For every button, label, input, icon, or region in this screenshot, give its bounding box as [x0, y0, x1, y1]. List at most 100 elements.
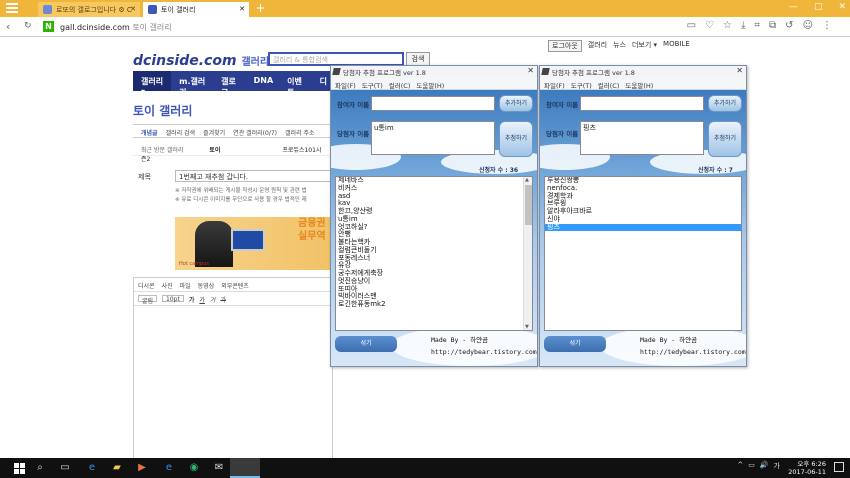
list-item[interactable]: 알라후아크바르 — [545, 207, 741, 216]
back-icon[interactable]: ‹ — [6, 20, 10, 33]
font-select[interactable]: 굴림 — [138, 295, 158, 305]
tab-favorites[interactable]: 즐겨찾기 — [203, 128, 225, 137]
list-item[interactable]: asd — [336, 192, 532, 201]
gnb-gallery[interactable]: 갤러리 ▾ — [133, 71, 172, 96]
post-title-input[interactable]: 1번째고 재추첨 갑니다. — [175, 170, 331, 182]
history-icon[interactable]: ↺ — [785, 20, 793, 31]
url-field[interactable]: gall.dcinside.com 토이 갤러리 — [60, 22, 172, 33]
copy-icon[interactable]: ⧉ — [769, 20, 776, 31]
menu-color[interactable]: 컬러(C) — [598, 80, 620, 90]
task-view-icon[interactable]: ▭ — [58, 461, 72, 475]
site-search-button[interactable]: 검색 — [406, 52, 430, 66]
close-icon[interactable]: ✕ — [838, 2, 846, 12]
menu-tools[interactable]: 도구(T) — [571, 80, 592, 90]
app-icon[interactable]: ◉ — [187, 461, 201, 475]
page-title[interactable]: 토이 갤러리 — [133, 102, 192, 119]
tray-expand-icon[interactable]: ^ — [737, 461, 743, 471]
mail-icon[interactable]: ✉ — [212, 461, 226, 475]
tab-related[interactable]: 연관 갤러리(0/7) — [233, 128, 277, 137]
gnb-gallog[interactable]: 갤로그 — [213, 71, 245, 97]
tab-close-icon[interactable]: ✕ — [130, 5, 136, 13]
add-button[interactable]: 추가하기 — [499, 95, 533, 112]
clock[interactable]: 오후 6:26 2017-06-11 — [788, 460, 826, 476]
ie-icon[interactable]: e — [162, 461, 176, 475]
more-icon[interactable]: ⋮ — [822, 20, 832, 31]
list-item[interactable]: 한끄,양산령 — [336, 207, 532, 216]
search-icon[interactable]: ⌕ — [33, 461, 47, 475]
dccon-button[interactable]: 디시콘 — [138, 281, 155, 290]
participant-input[interactable] — [580, 96, 704, 111]
underline-button[interactable]: 가 — [199, 295, 205, 304]
file-button[interactable]: 파일 — [180, 281, 191, 290]
network-icon[interactable]: ▭ — [748, 461, 755, 471]
gnb-dna[interactable]: DNA — [246, 71, 280, 91]
list-item[interactable]: 경제학과 — [545, 192, 741, 201]
list-item[interactable]: 엇코하실? — [336, 223, 532, 232]
volume-icon[interactable]: 🔊 — [760, 461, 769, 471]
close-icon[interactable]: ✕ — [736, 66, 743, 75]
news-link[interactable]: 뉴스 — [613, 40, 626, 52]
start-icon[interactable] — [12, 461, 26, 475]
active-app-icon[interactable] — [230, 458, 260, 478]
participant-input[interactable] — [371, 96, 495, 111]
list-item[interactable]: 포동레스너 — [336, 254, 532, 263]
scroll-up-icon[interactable]: ▲ — [525, 177, 529, 183]
add-button[interactable]: 추가하기 — [708, 95, 742, 112]
bold-button[interactable]: 가 — [189, 295, 195, 304]
photo-button[interactable]: 사진 — [162, 281, 173, 290]
list-item[interactable]: 핑츠 — [545, 223, 741, 232]
list-item[interactable]: 로긴한퓨동mk2 — [336, 300, 532, 309]
menu-tools[interactable]: 도구(T) — [362, 80, 383, 90]
favorite-icon[interactable]: ♡ — [705, 20, 714, 31]
reload-icon[interactable]: ↻ — [24, 21, 32, 31]
ime-icon[interactable]: 가 — [774, 461, 780, 471]
tab-address[interactable]: 갤러리 주소 — [285, 128, 315, 137]
site-search-input[interactable]: 갤러리 & 통합검색 — [268, 52, 404, 66]
reader-icon[interactable]: ▭ — [687, 20, 696, 31]
external-content-button[interactable]: 외부콘텐츠 — [221, 281, 249, 290]
list-scrollbar[interactable]: ▲ ▼ — [523, 177, 532, 330]
gallery-link[interactable]: 갤러리 — [588, 40, 607, 52]
participant-list[interactable]: 제네바스 비커스 asd kav 한끄,양산령 u통im 엇코하실? 안뻥 불타는핵카 컬럼큰비둘… — [335, 176, 533, 331]
naver-icon[interactable]: N — [43, 21, 54, 32]
shuffle-button[interactable]: 섞기 — [335, 336, 397, 352]
media-player-icon[interactable]: ▶ — [135, 461, 149, 475]
list-item[interactable]: nenfoca. — [545, 184, 741, 193]
size-select[interactable]: 10pt — [162, 295, 184, 303]
list-item[interactable]: 신야 — [545, 215, 741, 224]
scrollbar-thumb[interactable] — [525, 185, 532, 225]
post-editor[interactable]: 디시콘 사진 파일 동영상 외부콘텐츠 굴림 10pt 가 가 가 가 — [133, 277, 333, 459]
more-link[interactable]: 더보기 ▾ — [632, 40, 657, 52]
menu-file[interactable]: 파일(F) — [544, 80, 565, 90]
site-logo[interactable]: dcinside.com 갤러리 — [133, 53, 269, 69]
tab-close-icon[interactable]: ✕ — [239, 5, 245, 13]
video-button[interactable]: 동영상 — [198, 281, 215, 290]
recent-item[interactable]: 토이 — [209, 147, 220, 154]
crop-icon[interactable]: ⌗ — [754, 20, 760, 31]
browser-menu-icon[interactable] — [6, 3, 18, 13]
strike-button[interactable]: 가 — [220, 295, 226, 304]
scroll-down-icon[interactable]: ▼ — [525, 324, 529, 330]
menu-help[interactable]: 도움말(H) — [625, 80, 653, 90]
logout-link[interactable]: 로그아웃 — [548, 40, 582, 52]
tab-search[interactable]: 갤러리 검색 — [166, 128, 196, 137]
shuffle-button[interactable]: 섞기 — [544, 336, 606, 352]
list-item[interactable]: 멋진승냥이 — [336, 277, 532, 286]
star-icon[interactable]: ☆ — [723, 20, 732, 31]
browser-tab-2[interactable]: 토이 갤러리 ✕ — [143, 2, 249, 17]
minimize-icon[interactable]: — — [789, 2, 798, 12]
gnb-event[interactable]: 이벤트 — [279, 71, 311, 97]
edge-icon[interactable]: e — [85, 461, 99, 475]
participant-list[interactable]: 루용진짱뽕 nenfoca. 경제학과 브루윙 알라후아크바르 신야 핑츠 — [544, 176, 742, 331]
browser-tab-1[interactable]: 로또의 갤로그입니다 ⚙ C ✕ — [38, 2, 140, 17]
tab-best[interactable]: 개념글 — [141, 128, 158, 137]
draw-button[interactable]: 추첨하기 — [708, 121, 742, 157]
file-explorer-icon[interactable]: ▰ — [110, 461, 124, 475]
maximize-icon[interactable]: ▢ — [814, 2, 823, 12]
menu-file[interactable]: 파일(F) — [335, 80, 356, 90]
menu-color[interactable]: 컬러(C) — [389, 80, 411, 90]
menu-help[interactable]: 도움말(H) — [416, 80, 444, 90]
list-item[interactable]: 제네바스 — [336, 177, 532, 185]
close-icon[interactable]: ✕ — [527, 66, 534, 75]
mobile-link[interactable]: MOBILE — [663, 40, 690, 52]
